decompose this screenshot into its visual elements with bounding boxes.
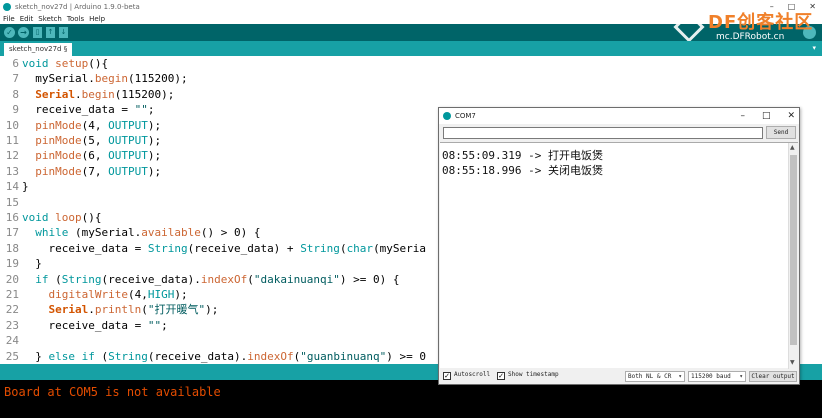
scroll-down-icon[interactable]: ▼	[790, 359, 795, 366]
sm-close-button[interactable]: ✕	[787, 108, 795, 124]
save-sketch-icon[interactable]: ↓	[59, 27, 68, 38]
line-number: 6	[12, 57, 19, 70]
open-sketch-icon[interactable]: ↑	[46, 27, 55, 38]
code-line[interactable]: 7 mySerial.begin(115200);	[0, 71, 822, 86]
title-bar: sketch_nov27d | Arduino 1.9.0-beta – □ ✕	[0, 0, 822, 13]
baud-rate-select[interactable]: 115200 baud ▾	[688, 371, 746, 382]
line-ending-value: Both NL & CR	[628, 373, 672, 380]
console-message: Board at COM5 is not available	[4, 385, 221, 399]
line-number: 21	[5, 288, 19, 301]
show-timestamp-label: Show timestamp	[508, 371, 559, 378]
clear-output-button[interactable]: Clear output	[749, 371, 797, 382]
scroll-up-icon[interactable]: ▲	[790, 144, 795, 151]
menu-file[interactable]: File	[3, 15, 15, 23]
code-text[interactable]: if (String(receive_data).indexOf("dakain…	[22, 273, 399, 286]
code-text[interactable]: void setup(){	[22, 57, 108, 70]
code-text[interactable]: receive_data = "";	[22, 103, 154, 116]
serial-monitor-controls: – □ ✕	[740, 108, 795, 124]
serial-output-line: 08:55:09.319 -> 打开电饭煲	[442, 149, 603, 162]
show-timestamp-checkbox[interactable]: ✓	[497, 372, 505, 380]
line-number: 10	[5, 118, 19, 132]
serial-monitor-window: COM7 – □ ✕ Send 08:55:09.319 -> 打开电饭煲 08…	[438, 107, 800, 385]
menu-help[interactable]: Help	[89, 15, 105, 23]
serial-input[interactable]	[443, 127, 763, 139]
code-text[interactable]: digitalWrite(4,HIGH);	[22, 288, 188, 301]
upload-icon[interactable]: →	[18, 27, 29, 38]
serial-monitor-title: COM7	[455, 112, 476, 120]
line-ending-select[interactable]: Both NL & CR ▾	[625, 371, 685, 382]
verify-icon[interactable]: ✓	[4, 27, 15, 38]
chevron-down-icon: ▾	[678, 373, 682, 380]
vertical-scrollbar[interactable]: ▲ ▼	[788, 143, 798, 369]
line-number: 17	[5, 226, 19, 240]
serial-output: 08:55:09.319 -> 打开电饭煲 08:55:18.996 -> 关闭…	[440, 142, 798, 369]
code-text[interactable]: } else if (String(receive_data).indexOf(…	[22, 350, 426, 363]
line-number: 11	[5, 134, 19, 147]
line-number: 16	[5, 211, 19, 224]
code-text[interactable]: }	[22, 257, 42, 270]
code-text[interactable]: }	[22, 180, 29, 193]
code-line[interactable]: 6 void setup(){	[0, 56, 822, 71]
serial-monitor-titlebar: COM7 – □ ✕	[439, 108, 799, 124]
line-number: 15	[5, 195, 19, 209]
menu-tools[interactable]: Tools	[67, 15, 84, 23]
sm-maximize-button[interactable]: □	[762, 108, 771, 124]
arduino-app-icon	[3, 2, 11, 11]
code-text[interactable]: Serial.begin(115200);	[22, 88, 174, 101]
console-panel: Board at COM5 is not available	[0, 380, 822, 418]
code-text[interactable]: pinMode(4, OUTPUT);	[22, 119, 161, 132]
code-text[interactable]: pinMode(5, OUTPUT);	[22, 134, 161, 147]
tab-sketch[interactable]: sketch_nov27d §	[4, 43, 73, 56]
code-text[interactable]: pinMode(6, OUTPUT);	[22, 149, 161, 162]
code-line[interactable]: 8 Serial.begin(115200);	[0, 87, 822, 102]
tab-menu-icon[interactable]: ▾	[812, 44, 816, 52]
line-number: 18	[5, 241, 19, 255]
send-button[interactable]: Send	[766, 126, 796, 139]
line-number: 24	[5, 334, 19, 348]
tab-strip: sketch_nov27d § ▾	[0, 41, 822, 56]
code-text[interactable]: while (mySerial.available() > 0) {	[22, 226, 260, 239]
serial-output-line: 08:55:18.996 -> 关闭电饭煲	[442, 164, 603, 177]
line-number: 8	[12, 87, 19, 101]
menu-sketch[interactable]: Sketch	[38, 15, 62, 23]
code-text[interactable]: pinMode(7, OUTPUT);	[22, 165, 161, 178]
line-number: 25	[5, 349, 19, 363]
watermark-logo: DF创客社区	[708, 12, 814, 33]
scrollbar-thumb[interactable]	[790, 155, 797, 345]
autoscroll-checkbox[interactable]: ✓	[443, 372, 451, 380]
line-number: 12	[5, 149, 19, 163]
sm-minimize-button[interactable]: –	[740, 108, 745, 124]
menu-edit[interactable]: Edit	[20, 15, 34, 23]
line-number: 14	[5, 180, 19, 194]
code-text[interactable]: receive_data = "";	[22, 319, 167, 332]
serial-monitor-footer: ✓ Autoscroll ✓ Show timestamp Both NL & …	[439, 369, 799, 384]
line-number: 19	[5, 257, 19, 271]
code-text[interactable]: receive_data = String(receive_data) + St…	[22, 242, 426, 255]
baud-rate-value: 115200 baud	[691, 373, 731, 380]
line-number: 13	[5, 164, 19, 178]
line-number: 23	[5, 318, 19, 332]
line-number: 22	[5, 303, 19, 317]
autoscroll-label: Autoscroll	[454, 371, 491, 378]
new-sketch-icon[interactable]: ▯	[33, 27, 42, 38]
chevron-down-icon: ▾	[739, 373, 743, 380]
code-text[interactable]: mySerial.begin(115200);	[22, 72, 187, 85]
line-number: 9	[12, 103, 19, 117]
code-text[interactable]: void loop(){	[22, 211, 102, 224]
line-number: 7	[12, 72, 19, 86]
line-number: 20	[5, 272, 19, 286]
window-title: sketch_nov27d | Arduino 1.9.0-beta	[15, 2, 140, 11]
serial-monitor-app-icon	[443, 112, 451, 120]
code-text[interactable]: Serial.println("打开暖气");	[22, 303, 219, 316]
